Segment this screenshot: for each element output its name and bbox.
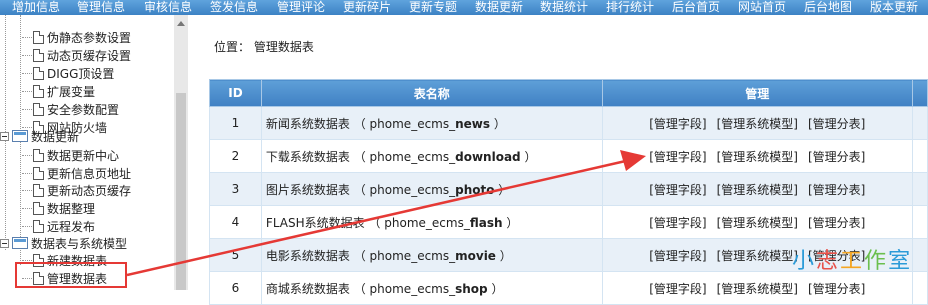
watermark: 小志工作室	[792, 243, 912, 275]
watermark-char: 作	[864, 249, 889, 274]
watermark-char: 工	[840, 249, 865, 274]
watermark-char: 室	[888, 249, 913, 274]
annotation-arrow-head	[620, 150, 646, 171]
annotation-arrow-line	[126, 158, 631, 277]
watermark-char: 小	[792, 249, 817, 274]
annotation-arrow	[126, 150, 646, 277]
watermark-char: 志	[816, 249, 841, 274]
